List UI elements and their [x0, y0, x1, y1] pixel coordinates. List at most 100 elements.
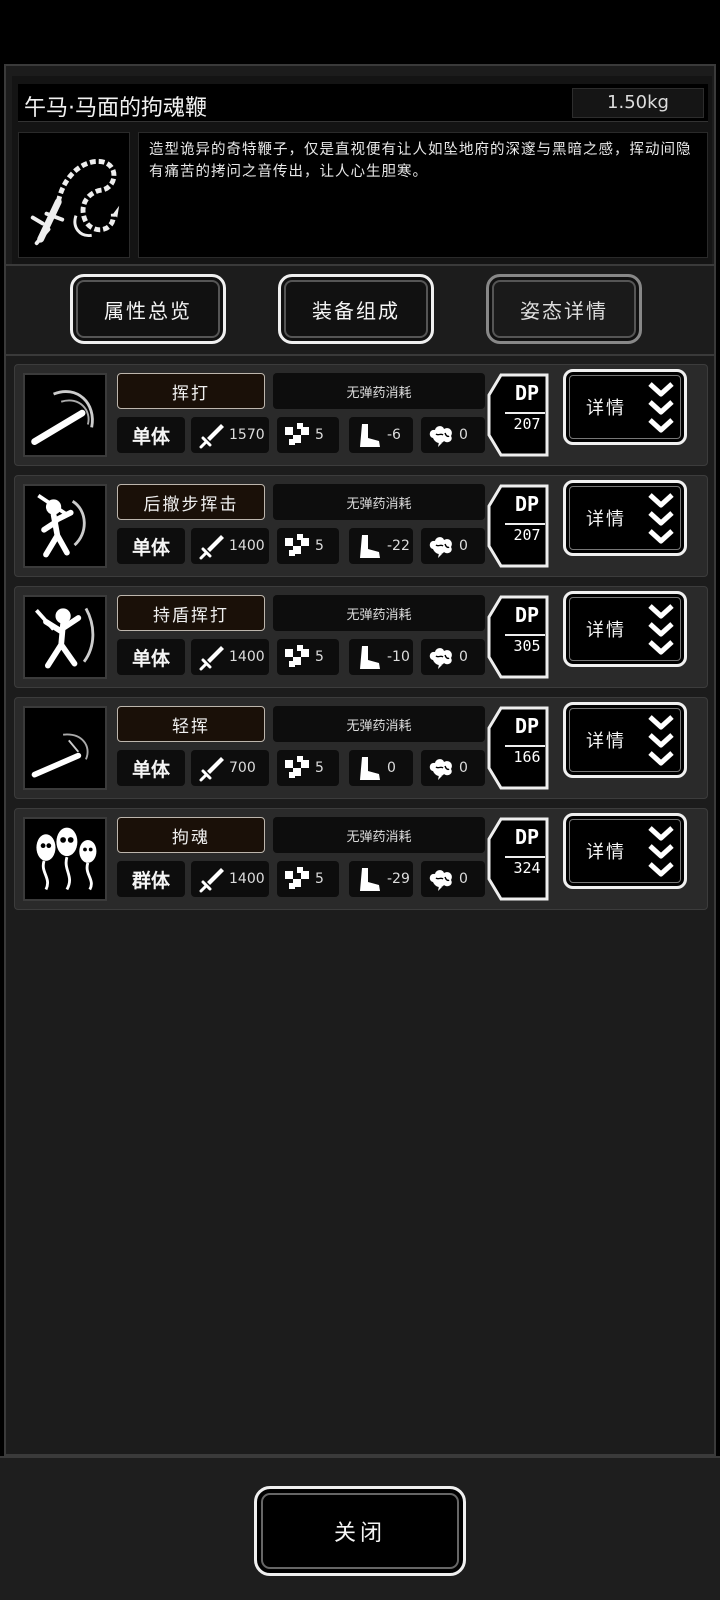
mind-stat: 0 [421, 861, 485, 897]
attack-stat: 1400 [191, 528, 269, 564]
boot-icon [360, 868, 380, 891]
skill-target: 单体 [117, 417, 185, 453]
sword-icon [199, 757, 224, 782]
detail-label: 详情 [586, 398, 626, 419]
dp-value: 324 [513, 859, 541, 877]
shield-strike-icon [23, 595, 107, 679]
detail-label: 详情 [586, 620, 626, 641]
attack-stat: 1400 [191, 639, 269, 675]
checker-icon [285, 534, 309, 556]
skill-target: 单体 [117, 528, 185, 564]
tab-attributes-overview[interactable]: 属性总览 [70, 274, 226, 344]
mind-value: 0 [459, 538, 468, 554]
detail-button[interactable]: 详情 [563, 369, 687, 445]
hit-stat: 5 [277, 639, 339, 675]
chevron-down-icon [648, 493, 674, 544]
skill-target: 单体 [117, 639, 185, 675]
attack-value: 1400 [229, 538, 265, 554]
soul-capture-icon [23, 817, 107, 901]
skill-name: 拘魂 [117, 817, 265, 853]
detail-button[interactable]: 详情 [563, 480, 687, 556]
mind-value: 0 [459, 871, 468, 887]
boot-icon [360, 424, 380, 447]
mind-stat: 0 [421, 417, 485, 453]
skill-row[interactable]: 后撤步挥击 无弹药消耗 单体 1400 5 -22 0 DP 207 详情 [14, 475, 708, 577]
dp-label: DP [514, 381, 540, 405]
dp-badge: DP 305 [487, 593, 551, 681]
sword-icon [199, 424, 224, 449]
title-bar: 午马·马面的拘魂鞭 1.50kg [18, 84, 708, 122]
skill-target: 单体 [117, 750, 185, 786]
mind-value: 0 [459, 649, 468, 665]
skill-row[interactable]: 持盾挥打 无弹药消耗 单体 1400 5 -10 0 DP 305 详情 [14, 586, 708, 688]
brain-icon [429, 426, 452, 447]
dp-value: 207 [513, 415, 541, 433]
move-value: -29 [387, 871, 410, 887]
dp-badge: DP 324 [487, 815, 551, 903]
skill-name: 挥打 [117, 373, 265, 409]
dp-badge: DP 207 [487, 482, 551, 570]
close-button[interactable]: 关闭 [254, 1486, 466, 1576]
detail-label: 详情 [586, 509, 626, 530]
move-value: -6 [387, 427, 401, 443]
detail-button[interactable]: 详情 [563, 813, 687, 889]
equipment-panel: 午马·马面的拘魂鞭 1.50kg 造型诡异的奇特鞭子，仅是直视便有让人如坠地府的… [4, 64, 716, 1456]
boot-icon [360, 757, 380, 780]
mind-value: 0 [459, 427, 468, 443]
swing-icon [23, 373, 107, 457]
boot-icon [360, 646, 380, 669]
move-value: -22 [387, 538, 410, 554]
detail-label: 详情 [586, 842, 626, 863]
skill-name: 后撤步挥击 [117, 484, 265, 520]
divider [6, 354, 714, 356]
move-stat: -10 [349, 639, 413, 675]
brain-icon [429, 537, 452, 558]
boot-icon [360, 535, 380, 558]
item-title: 午马·马面的拘魂鞭 [24, 96, 207, 121]
divider [6, 264, 714, 266]
sword-icon [199, 535, 224, 560]
dp-badge: DP 166 [487, 704, 551, 792]
skill-row[interactable]: 轻挥 无弹药消耗 单体 700 5 0 0 DP 166 详情 [14, 697, 708, 799]
dp-label: DP [514, 825, 540, 849]
dp-label: DP [514, 603, 540, 627]
skill-row[interactable]: 拘魂 无弹药消耗 群体 1400 5 -29 0 DP 324 详情 [14, 808, 708, 910]
chevron-down-icon [648, 826, 674, 877]
attack-stat: 1570 [191, 417, 269, 453]
mind-stat: 0 [421, 750, 485, 786]
detail-button[interactable]: 详情 [563, 702, 687, 778]
light-swing-icon [23, 706, 107, 790]
skill-row[interactable]: 挥打 无弹药消耗 单体 1570 5 -6 0 DP 207 详情 [14, 364, 708, 466]
move-value: 0 [387, 760, 396, 776]
chevron-down-icon [648, 604, 674, 655]
attack-value: 1570 [229, 427, 265, 443]
hit-value: 5 [315, 871, 324, 887]
checker-icon [285, 423, 309, 445]
skill-cost: 无弹药消耗 [273, 706, 485, 742]
mind-stat: 0 [421, 639, 485, 675]
tab-stance-details[interactable]: 姿态详情 [486, 274, 642, 344]
move-stat: -29 [349, 861, 413, 897]
hit-value: 5 [315, 427, 324, 443]
attack-stat: 700 [191, 750, 269, 786]
mind-stat: 0 [421, 528, 485, 564]
skill-cost: 无弹药消耗 [273, 373, 485, 409]
detail-label: 详情 [586, 731, 626, 752]
dp-label: DP [514, 714, 540, 738]
dp-value: 207 [513, 526, 541, 544]
checker-icon [285, 645, 309, 667]
hit-stat: 5 [277, 417, 339, 453]
attack-value: 700 [229, 760, 256, 776]
skill-name: 持盾挥打 [117, 595, 265, 631]
chevron-down-icon [648, 382, 674, 433]
hit-value: 5 [315, 538, 324, 554]
dp-value: 166 [513, 748, 541, 766]
tab-equipment-composition[interactable]: 装备组成 [278, 274, 434, 344]
attack-stat: 1400 [191, 861, 269, 897]
hit-stat: 5 [277, 528, 339, 564]
dp-label: DP [514, 492, 540, 516]
item-weight: 1.50kg [572, 88, 704, 118]
detail-button[interactable]: 详情 [563, 591, 687, 667]
chevron-down-icon [648, 715, 674, 766]
move-value: -10 [387, 649, 410, 665]
